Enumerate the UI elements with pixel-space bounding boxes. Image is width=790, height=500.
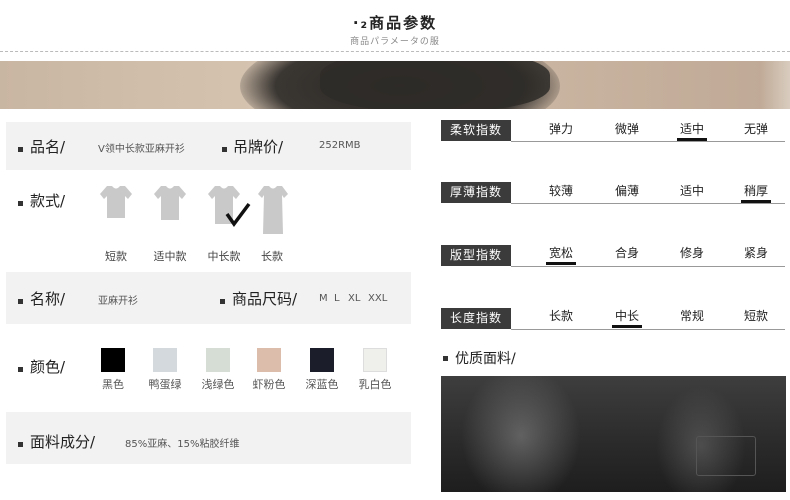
- title-value: 亚麻开衫: [98, 296, 138, 307]
- index-line: [511, 141, 785, 142]
- title-label: 名称/: [30, 290, 66, 308]
- section-title: ·₂商品参数: [352, 14, 438, 32]
- index-option-selected: 宽松: [536, 244, 586, 265]
- index-line: [511, 203, 785, 204]
- color-swatch-shrimp-pink[interactable]: [257, 348, 281, 372]
- section-subtitle: 商品パラメータの服: [350, 37, 440, 47]
- index-title: 柔软指数: [441, 120, 511, 141]
- color-swatch-navy[interactable]: [310, 348, 334, 372]
- style-option-long[interactable]: 长款: [242, 248, 302, 264]
- color-swatch-light-green[interactable]: [206, 348, 230, 372]
- header-divider: [0, 51, 790, 52]
- index-option-selected: 适中: [667, 120, 717, 141]
- fabric-photo: [441, 376, 786, 492]
- color-name: 黑色: [102, 378, 124, 391]
- bullet-icon: [18, 299, 23, 304]
- index-option: 微弹: [614, 122, 639, 136]
- index-option: 常规: [679, 309, 704, 323]
- index-option: 弹力: [548, 122, 573, 136]
- index-option: 合身: [614, 246, 639, 260]
- color-name: 深蓝色: [305, 378, 339, 391]
- long-style-icon: [258, 186, 288, 234]
- row-colors: 颜色/ 黑色 鸭蛋绿 浅绿色 虾粉色 深蓝色 乳白色: [6, 326, 411, 410]
- quality-fabric-title: 优质面料/: [455, 351, 516, 367]
- size-option-xl[interactable]: XL: [348, 293, 360, 304]
- index-option-selected: 中长: [602, 307, 652, 328]
- style-option-short[interactable]: 短款: [86, 248, 146, 264]
- index-title: 版型指数: [441, 245, 511, 266]
- regular-style-icon: [154, 186, 186, 220]
- row-title-size: 名称/ 亚麻开衫 商品尺码/ M L XL XXL: [6, 272, 411, 324]
- model-photo-strip: [0, 61, 790, 109]
- style-label: 款式/: [30, 192, 66, 210]
- fabric-label: 面料成分/: [30, 433, 96, 451]
- color-name: 鸭蛋绿: [148, 378, 182, 391]
- color-name: 乳白色: [358, 378, 392, 391]
- index-option: 紧身: [743, 246, 768, 260]
- bullet-icon: [18, 442, 23, 447]
- index-line: [511, 329, 785, 330]
- color-swatch-black[interactable]: [101, 348, 125, 372]
- fabric-highlight: [461, 376, 581, 492]
- index-option: 无弹: [743, 122, 768, 136]
- pocket-shape: [696, 436, 756, 476]
- index-option: 修身: [679, 246, 704, 260]
- check-icon: [225, 202, 251, 227]
- color-name: 虾粉色: [252, 378, 286, 391]
- photo-edge-fade: [760, 61, 790, 109]
- name-value: V领中长款亚麻开衫: [98, 144, 185, 155]
- size-label: 商品尺码/: [232, 290, 298, 308]
- bullet-icon: [220, 299, 225, 304]
- bullet-icon: [222, 147, 227, 152]
- row-style: 款式/ 短款 适中款 中长款 长款: [6, 172, 411, 270]
- size-option-xxl[interactable]: XXL: [368, 293, 387, 304]
- color-swatch-ivory[interactable]: [363, 348, 387, 372]
- bullet-icon: [18, 201, 23, 206]
- price-label: 吊牌价/: [233, 138, 284, 156]
- index-option: 长款: [548, 309, 573, 323]
- index-title: 长度指数: [441, 308, 511, 329]
- size-option-m[interactable]: M: [319, 293, 328, 304]
- index-option: 偏薄: [614, 184, 639, 198]
- short-style-icon: [100, 186, 132, 218]
- row-fabric-composition: 面料成分/ 85%亚麻、15%粘胶纤维: [6, 412, 411, 464]
- name-label: 品名/: [30, 138, 66, 156]
- index-option: 短款: [743, 309, 768, 323]
- row-name-price: 品名/ V领中长款亚麻开衫 吊牌价/ 252RMB: [6, 122, 411, 170]
- style-option-regular[interactable]: 适中款: [140, 248, 200, 264]
- index-line: [511, 266, 785, 267]
- color-label: 颜色/: [30, 358, 66, 376]
- index-option-selected: 稍厚: [731, 182, 781, 203]
- size-option-l[interactable]: L: [334, 293, 340, 304]
- hair-shape-top: [320, 61, 550, 109]
- index-option: 适中: [679, 184, 704, 198]
- bullet-icon: [18, 147, 23, 152]
- bullet-icon: [443, 356, 448, 361]
- price-value: 252RMB: [319, 140, 361, 151]
- bullet-icon: [18, 367, 23, 372]
- fabric-value: 85%亚麻、15%粘胶纤维: [125, 439, 240, 450]
- index-option: 较薄: [548, 184, 573, 198]
- color-swatch-duck-egg-green[interactable]: [153, 348, 177, 372]
- index-title: 厚薄指数: [441, 182, 511, 203]
